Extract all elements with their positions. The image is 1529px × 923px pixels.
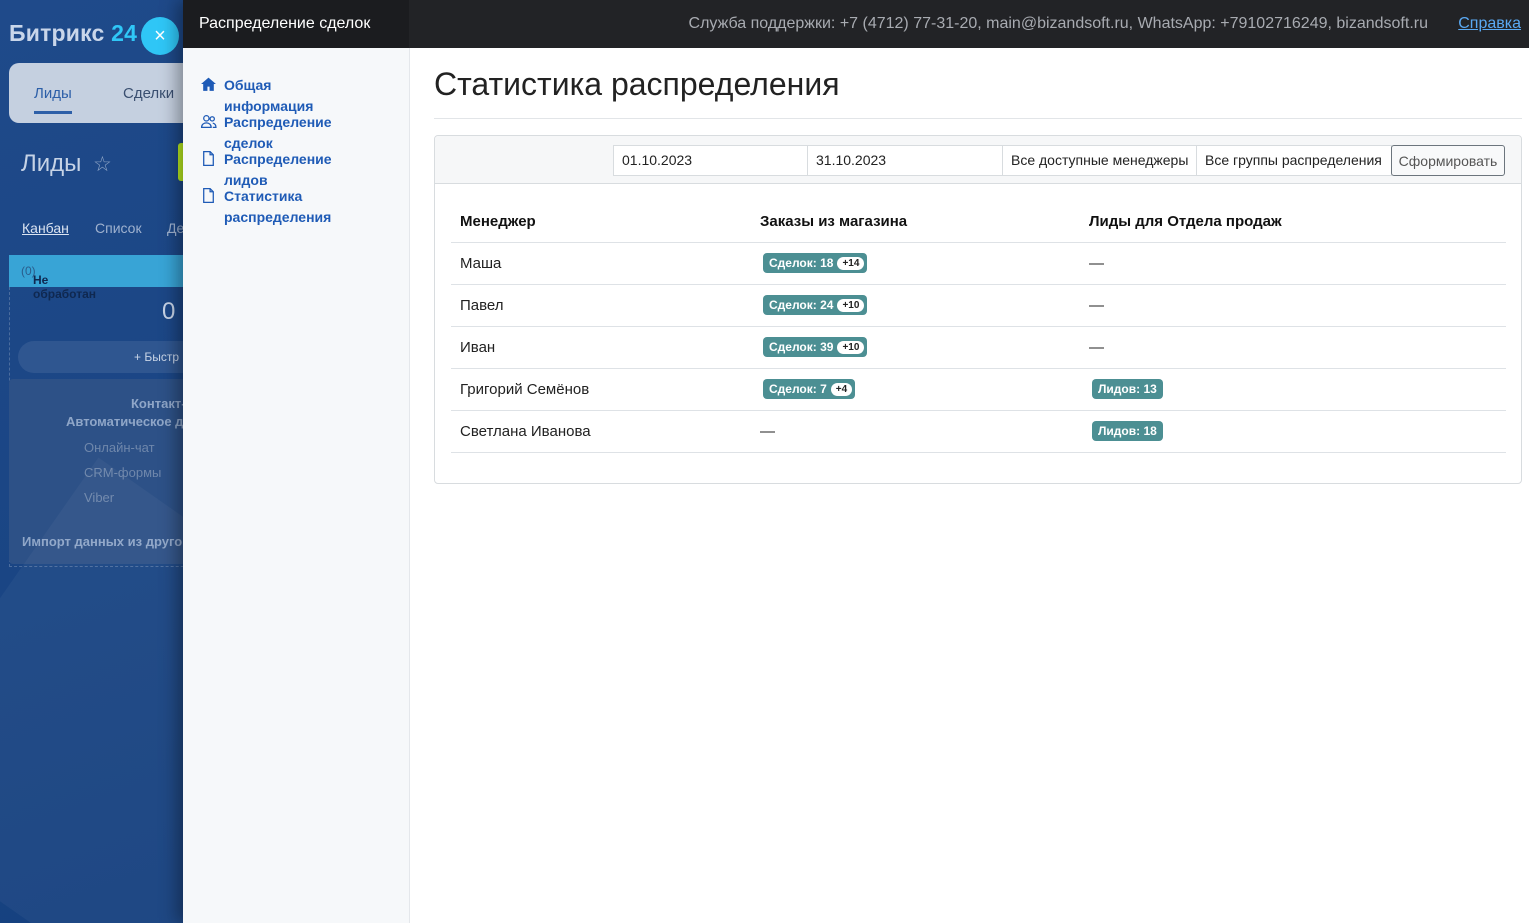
orders-cell: Сделок: 18 +14 xyxy=(751,242,1080,285)
column-header-orders: Заказы из магазина xyxy=(751,202,1080,243)
deals-badge: Сделок: 39 +10 xyxy=(763,337,868,357)
date-to-input[interactable]: 31.10.2023 xyxy=(807,145,1003,176)
stats-table: Менеджер Заказы из магазина Лиды для Отд… xyxy=(451,202,1506,453)
leads-cell: — xyxy=(1080,326,1506,369)
crm-tabs: Лиды Сделки xyxy=(9,63,209,123)
manager-name: Светлана Иванова xyxy=(451,410,751,453)
deals-badge: Сделок: 24 +10 xyxy=(763,295,868,315)
table-row: Светлана Иванова — Лидов: 18 xyxy=(451,410,1506,453)
table-row: Павел Сделок: 24 +10 — xyxy=(451,284,1506,327)
filter-bar: 01.10.2023 31.10.2023 Все доступные мене… xyxy=(435,136,1521,184)
leads-cell: — xyxy=(1080,242,1506,285)
orders-cell: Сделок: 24 +10 xyxy=(751,284,1080,327)
view-other[interactable]: Де xyxy=(167,220,184,236)
deals-badge: Сделок: 18 +14 xyxy=(763,253,868,273)
leads-cell: — xyxy=(1080,284,1506,327)
plus-badge: +4 xyxy=(830,382,853,396)
nav-item-deals[interactable]: Распределение сделок xyxy=(200,112,354,154)
table-row: Григорий Семёнов Сделок: 7 +4 Лидов: 13 xyxy=(451,368,1506,411)
orders-cell: Сделок: 7 +4 xyxy=(751,368,1080,411)
manager-name: Павел xyxy=(451,284,751,327)
leads-title: Лиды xyxy=(21,150,82,177)
tab-leads[interactable]: Лиды xyxy=(34,85,72,114)
plus-badge: +14 xyxy=(837,256,865,270)
page-title: Статистика распределения xyxy=(434,66,840,102)
tab-deals[interactable]: Сделки xyxy=(123,85,174,102)
nav-label: Статистика распределения xyxy=(224,188,332,225)
divider xyxy=(434,118,1522,119)
deals-badge: Сделок: 7 +4 xyxy=(763,379,856,399)
leads-cell: Лидов: 18 xyxy=(1080,410,1506,453)
manager-name: Маша xyxy=(451,242,751,285)
manager-name: Григорий Семёнов xyxy=(451,368,751,411)
top-bar: Распределение сделок Служба поддержки: +… xyxy=(183,0,1529,48)
generate-button[interactable]: Сформировать xyxy=(1391,145,1505,176)
left-nav: Общая информация Распределение сделок Ра… xyxy=(183,48,410,923)
nav-item-stats[interactable]: Статистика распределения xyxy=(200,186,354,228)
view-kanban[interactable]: Канбан xyxy=(22,220,69,236)
app-title: Распределение сделок xyxy=(199,15,371,32)
column-total: 0 xyxy=(162,298,176,325)
help-link[interactable]: Справка xyxy=(1458,15,1521,33)
home-icon xyxy=(201,77,216,91)
document-icon xyxy=(203,187,214,204)
channel-viber: Viber xyxy=(84,490,115,505)
document-icon xyxy=(203,150,214,167)
support-info: Служба поддержки: +7 (4712) 77-31-20, ma… xyxy=(688,15,1428,32)
kanban-column-header: Не обработан (0) xyxy=(9,255,209,301)
empty-column-card: Контакт- Автоматическое до Онлайн-чат CR… xyxy=(9,379,209,564)
orders-cell: Сделок: 39 +10 xyxy=(751,326,1080,369)
nav-label: Распределение лидов xyxy=(224,151,332,188)
manager-name: Иван xyxy=(451,326,751,369)
nav-label: Общая информация xyxy=(224,77,314,114)
orders-cell: — xyxy=(751,410,1080,453)
users-icon xyxy=(200,115,217,128)
bitrix-logo: Битрикс 24 xyxy=(9,20,138,46)
nav-label: Распределение сделок xyxy=(224,114,332,151)
table-row: Маша Сделок: 18 +14 — xyxy=(451,242,1506,285)
channel-chat: Онлайн-чат xyxy=(84,440,155,455)
leads-badge: Лидов: 18 xyxy=(1092,421,1163,441)
channel-forms: CRM-формы xyxy=(84,465,162,480)
stats-card: 01.10.2023 31.10.2023 Все доступные мене… xyxy=(434,135,1522,484)
nav-item-leads[interactable]: Распределение лидов xyxy=(200,149,354,191)
plus-badge: +10 xyxy=(837,340,865,354)
groups-select[interactable]: Все группы распределения xyxy=(1196,145,1392,176)
table-row: Иван Сделок: 39 +10 — xyxy=(451,326,1506,369)
view-list[interactable]: Список xyxy=(95,220,142,236)
top-bar-title-area: Распределение сделок xyxy=(183,0,409,48)
leads-badge: Лидов: 13 xyxy=(1092,379,1163,399)
managers-select[interactable]: Все доступные менеджеры xyxy=(1002,145,1197,176)
nav-item-general[interactable]: Общая информация xyxy=(200,75,354,117)
date-from-input[interactable]: 01.10.2023 xyxy=(613,145,808,176)
app-slider: Распределение сделок Служба поддержки: +… xyxy=(183,0,1529,923)
close-slider-icon[interactable]: × xyxy=(141,17,179,55)
column-header-leads: Лиды для Отдела продаж xyxy=(1080,202,1506,243)
import-link: Импорт данных из другой xyxy=(22,534,191,549)
star-icon[interactable]: ☆ xyxy=(93,152,112,177)
plus-badge: +10 xyxy=(837,298,865,312)
column-header-manager: Менеджер xyxy=(451,202,751,243)
table-header-row: Менеджер Заказы из магазина Лиды для Отд… xyxy=(451,202,1506,243)
leads-cell: Лидов: 13 xyxy=(1080,368,1506,411)
